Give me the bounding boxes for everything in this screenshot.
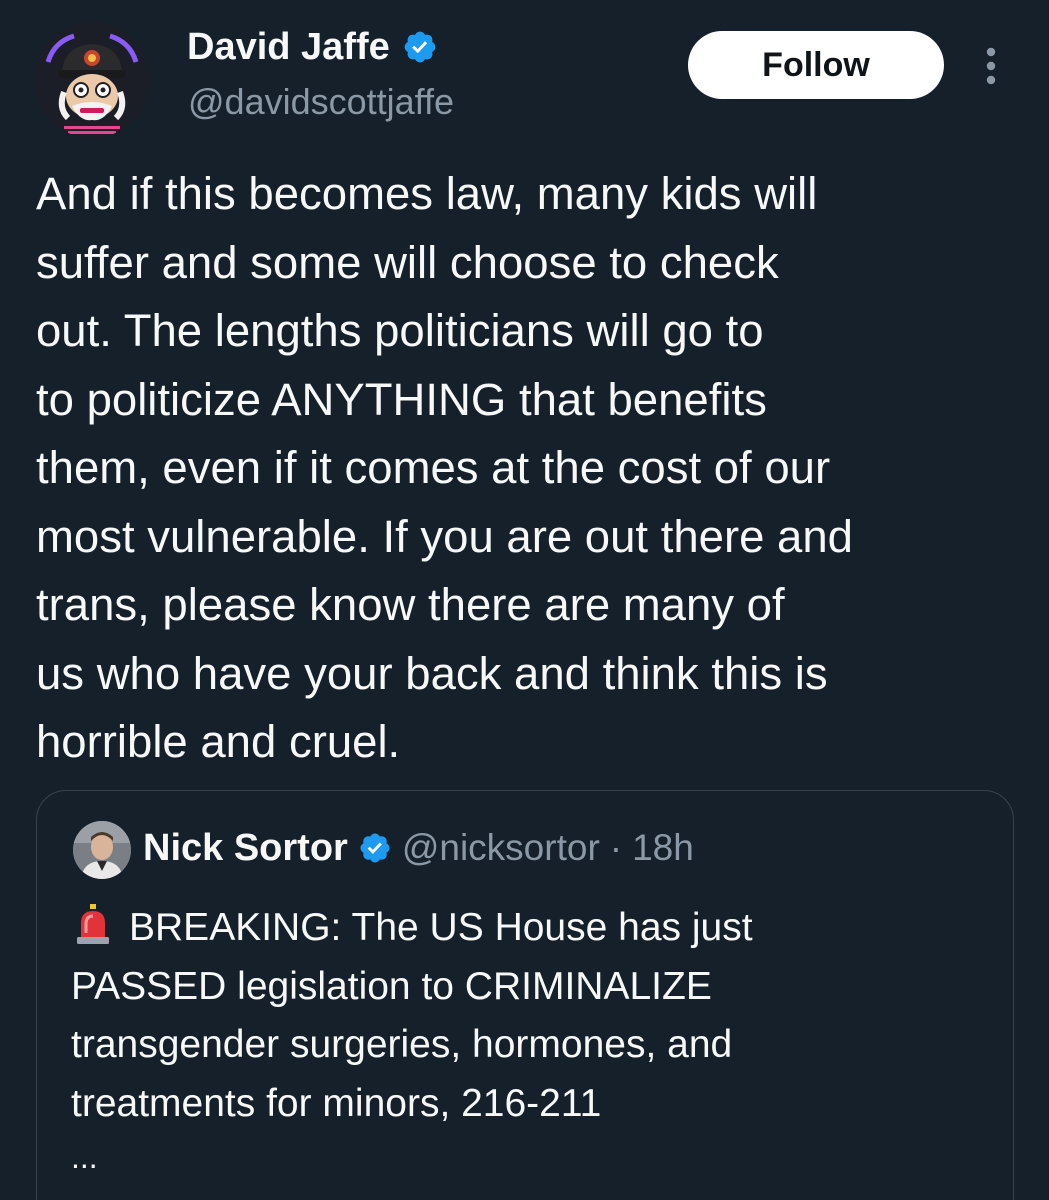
quoted-verified-badge-icon [360, 833, 390, 863]
quoted-header: Nick Sortor @nicksortor · 18h [143, 825, 694, 871]
author-name-row: David Jaffe [187, 24, 438, 70]
tweet: David Jaffe @davidscottjaffe Follow And … [0, 0, 1049, 1200]
quoted-separator: · [609, 827, 623, 868]
quoted-text-line: BREAKING: The US House has just [71, 899, 991, 958]
follow-button[interactable]: Follow [688, 31, 944, 99]
tweet-text-line: them, even if it comes at the cost of ou… [36, 442, 831, 493]
avatar-icon [34, 22, 150, 138]
quoted-avatar[interactable] [73, 821, 131, 879]
author-display-name[interactable]: David Jaffe [187, 24, 390, 70]
quoted-handle[interactable]: @nicksortor [402, 825, 600, 871]
tweet-text: And if this becomes law, many kids will … [36, 160, 1026, 777]
author-handle[interactable]: @davidscottjaffe [188, 80, 454, 124]
tweet-text-line: horrible and cruel. [36, 716, 401, 767]
tweet-text-line: trans, please know there are many of [36, 579, 785, 630]
tweet-text-line: to politicize ANYTHING that benefits [36, 373, 767, 425]
quoted-truncation: ... [71, 1139, 98, 1175]
verified-badge-icon [404, 31, 436, 63]
tweet-text-line: And if this becomes law, many kids will [36, 168, 818, 219]
quoted-avatar-icon [73, 821, 131, 879]
quoted-display-name[interactable]: Nick Sortor [143, 825, 348, 871]
tweet-text-line: most vulnerable. If you are out there an… [36, 510, 853, 562]
quoted-timestamp[interactable]: 18h [632, 825, 694, 871]
siren-icon [71, 903, 115, 947]
avatar[interactable] [34, 22, 150, 138]
tweet-text-line: us who have your back and think this is [36, 647, 828, 699]
tweet-text-line: out. The lengths politicians will go to [36, 305, 764, 356]
quoted-tweet-card[interactable]: Nick Sortor @nicksortor · 18h BREAKING: … [36, 790, 1014, 1200]
quoted-text-line: transgender surgeries, hormones, and [71, 1023, 733, 1066]
tweet-text-line: suffer and some will choose to check [36, 236, 779, 288]
quoted-text-line: PASSED legislation to CRIMINALIZE [71, 964, 712, 1008]
quoted-text-line-content: BREAKING: The US House has just [129, 906, 753, 949]
quoted-text-line: treatments for minors, 216-211 [71, 1081, 602, 1125]
more-vertical-icon[interactable] [978, 46, 1004, 86]
quoted-text: BREAKING: The US House has just PASSED l… [71, 899, 991, 1133]
